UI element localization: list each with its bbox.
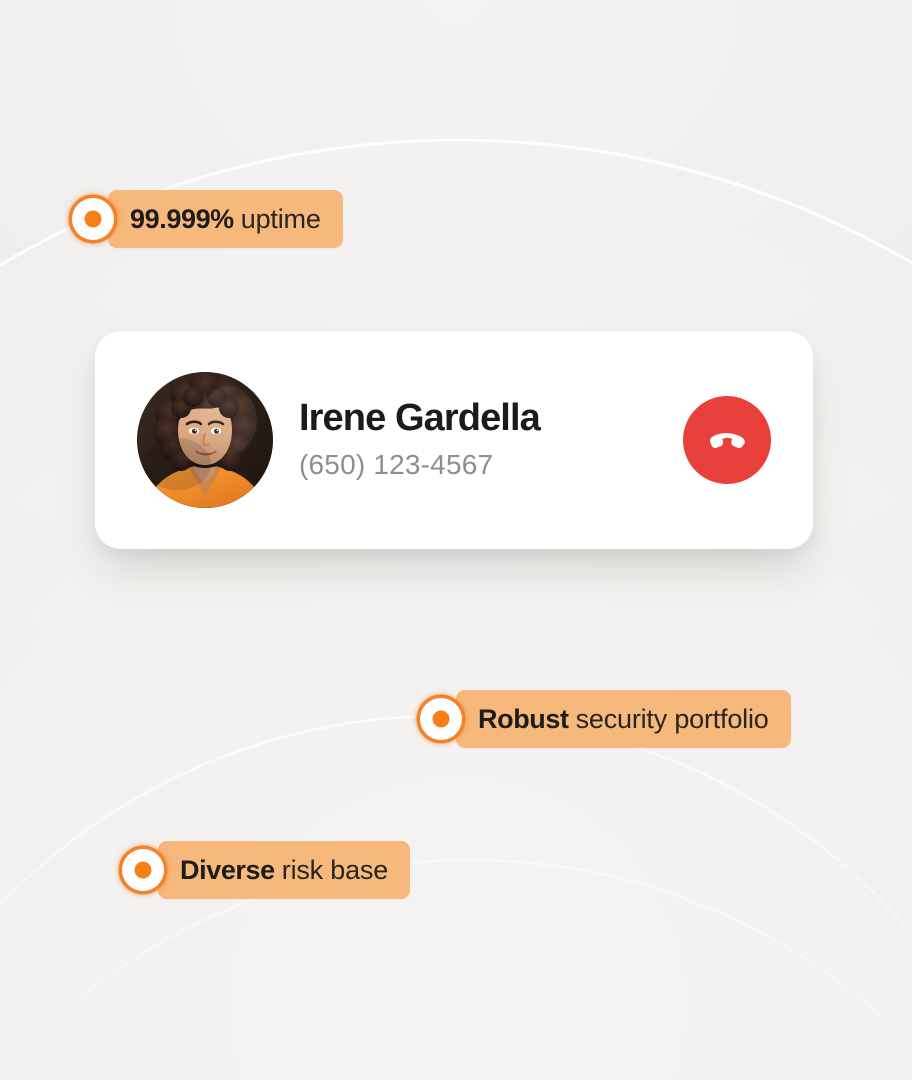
marker-dot xyxy=(432,710,450,728)
contact-name: Irene Gardella xyxy=(299,396,541,439)
contact-phone: (650) 123-4567 xyxy=(299,449,494,481)
badge-uptime-pill[interactable]: 99.999% uptime xyxy=(108,190,343,248)
badge-uptime-regular: uptime xyxy=(240,203,321,234)
dot-marker-icon xyxy=(414,692,468,746)
contact-call-card[interactable]: Irene Gardella (650) 123-4567 xyxy=(95,331,813,549)
marker-dot xyxy=(134,861,152,879)
avatar xyxy=(137,372,273,508)
badge-uptime-bold: 99.999% xyxy=(130,203,234,234)
badge-risk-bold: Diverse xyxy=(180,854,275,885)
badge-risk-regular: risk base xyxy=(281,854,389,885)
badge-risk[interactable]: Diverse risk base xyxy=(116,841,411,899)
dot-marker-icon xyxy=(116,843,170,897)
dot-marker-icon xyxy=(66,192,120,246)
badge-risk-pill[interactable]: Diverse risk base xyxy=(158,841,411,899)
badge-security-pill[interactable]: Robust security portfolio xyxy=(456,690,791,748)
badge-security-regular: security portfolio xyxy=(575,703,769,734)
hangup-phone-icon xyxy=(704,417,750,463)
badge-uptime[interactable]: 99.999% uptime xyxy=(66,190,343,248)
hangup-button[interactable] xyxy=(683,396,771,484)
marker-dot xyxy=(84,210,102,228)
contact-info: Irene Gardella (650) 123-4567 xyxy=(299,396,667,482)
badge-security-bold: Robust xyxy=(478,703,569,734)
hero-stage: 99.999% uptime Irene Gardella (650) 123-… xyxy=(0,0,912,1080)
badge-security[interactable]: Robust security portfolio xyxy=(414,690,791,748)
